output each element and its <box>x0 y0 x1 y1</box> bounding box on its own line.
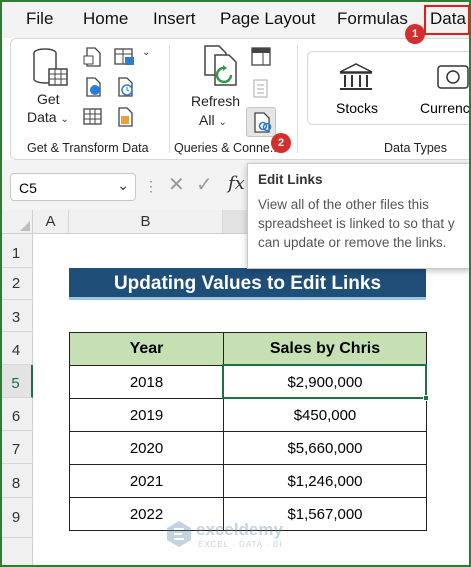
tab-home[interactable]: Home <box>83 9 128 29</box>
group-label-get-transform: Get & Transform Data <box>27 141 149 155</box>
currencies-icon <box>437 65 469 89</box>
sheet-title[interactable]: Updating Values to Edit Links <box>69 268 426 300</box>
cell-sales[interactable]: $2,900,000 <box>223 365 427 399</box>
table-row: 2018 $2,900,000 <box>69 365 427 399</box>
watermark-sub: EXCEL · DATA · BI <box>198 540 283 549</box>
cell-year[interactable]: 2020 <box>69 431 224 465</box>
edit-links-icon <box>254 112 272 133</box>
row-header-7[interactable]: 7 <box>0 431 33 464</box>
get-data-icon[interactable] <box>31 45 71 91</box>
row-header-filler <box>0 538 33 567</box>
recent-sources-icon[interactable] <box>115 77 135 97</box>
header-year[interactable]: Year <box>69 332 224 366</box>
cell-sales[interactable]: $450,000 <box>223 398 427 432</box>
cell-year[interactable]: 2021 <box>69 464 224 498</box>
column-header-b[interactable]: B <box>69 210 223 234</box>
ribbon-panel: Get Data ⌄ ⌄ Get & Transform Data Refres <box>10 38 471 160</box>
stocks-button[interactable]: Stocks <box>336 100 378 116</box>
row-header-9[interactable]: 9 <box>0 498 33 538</box>
tooltip-line-2: spreadsheet is linked to so that y <box>258 216 455 231</box>
table-header-row: Year Sales by Chris <box>69 332 427 366</box>
chevron-down-icon[interactable]: ⌄ <box>117 177 129 194</box>
row-header-3[interactable]: 3 <box>0 300 33 332</box>
sales-table: Year Sales by Chris 2018 $2,900,000 2019… <box>69 332 427 531</box>
table-row: 2020 $5,660,000 <box>69 431 427 465</box>
tab-insert[interactable]: Insert <box>153 9 196 29</box>
group-separator <box>169 45 170 153</box>
queries-connections-icon[interactable] <box>251 47 271 67</box>
ribbon-tabs: File Home Insert Page Layout Formulas Da… <box>0 0 471 38</box>
group-separator <box>297 45 298 153</box>
group-label-data-types: Data Types <box>384 141 448 155</box>
row-header-4[interactable]: 4 <box>0 332 33 365</box>
tab-file[interactable]: File <box>26 9 53 29</box>
stocks-icon <box>339 63 373 90</box>
cell-sales[interactable]: $5,660,000 <box>223 431 427 465</box>
watermark-name: exceldemy <box>196 520 283 539</box>
refresh-all-icon[interactable] <box>201 45 241 89</box>
data-types-gallery: Stocks Currenc <box>307 51 471 125</box>
column-header-a[interactable]: A <box>33 210 69 234</box>
group-label-queries: Queries & Conne... <box>174 141 281 155</box>
insert-function-button[interactable]: fx <box>228 173 245 194</box>
tab-data-highlight <box>424 5 470 35</box>
cell-year[interactable]: 2018 <box>69 365 224 399</box>
currencies-button[interactable]: Currenc <box>420 100 470 116</box>
cell-year[interactable]: 2019 <box>69 398 224 432</box>
from-text-csv-icon[interactable] <box>83 47 103 67</box>
chevron-down-icon: ⌄ <box>218 117 227 128</box>
row-header-5[interactable]: 5 <box>0 365 33 398</box>
chevron-down-icon: ⌄ <box>60 114 69 125</box>
enter-check-icon[interactable]: ✓ <box>196 172 213 197</box>
properties-icon <box>253 79 268 98</box>
tooltip-line-1: View all of the other files this <box>258 197 429 212</box>
cancel-icon[interactable]: ✕ <box>168 172 185 197</box>
step-badge-1: 1 <box>405 24 425 44</box>
step-badge-2: 2 <box>271 133 291 153</box>
chevron-down-icon[interactable]: ⌄ <box>142 47 150 58</box>
from-picture-icon[interactable] <box>114 47 136 67</box>
header-sales[interactable]: Sales by Chris <box>223 332 427 366</box>
refresh-all-label-2[interactable]: All ⌄ <box>199 112 227 128</box>
get-data-label-1[interactable]: Get <box>37 91 60 107</box>
tooltip-title: Edit Links <box>258 172 323 187</box>
exceldemy-logo-icon <box>167 521 191 547</box>
get-data-label-2[interactable]: Data ⌄ <box>27 109 69 125</box>
formula-bar-dots-icon[interactable]: ⋮ <box>144 178 158 195</box>
existing-connections-icon[interactable] <box>115 107 135 127</box>
tooltip-line-3: can update or remove the links. <box>258 235 447 250</box>
row-header-2[interactable]: 2 <box>0 268 33 300</box>
edit-links-tooltip: Edit Links View all of the other files t… <box>247 163 471 269</box>
refresh-all-label-1[interactable]: Refresh <box>191 93 240 109</box>
row-header-8[interactable]: 8 <box>0 464 33 498</box>
fill-handle[interactable] <box>423 395 429 401</box>
table-row: 2019 $450,000 <box>69 398 427 432</box>
name-box-value: C5 <box>19 180 37 196</box>
tab-formulas[interactable]: Formulas <box>337 9 408 29</box>
from-table-icon[interactable] <box>83 107 103 127</box>
table-row: 2021 $1,246,000 <box>69 464 427 498</box>
row-header-6[interactable]: 6 <box>0 398 33 431</box>
watermark: exceldemy EXCEL · DATA · BI <box>166 520 283 553</box>
tab-page-layout[interactable]: Page Layout <box>220 9 315 29</box>
cell-sales[interactable]: $1,246,000 <box>223 464 427 498</box>
from-web-icon[interactable] <box>83 77 103 97</box>
name-box[interactable]: C5 ⌄ <box>10 173 136 201</box>
row-header-1[interactable]: 1 <box>0 234 33 268</box>
edit-links-button[interactable] <box>246 107 276 137</box>
select-all-corner[interactable] <box>0 210 33 234</box>
